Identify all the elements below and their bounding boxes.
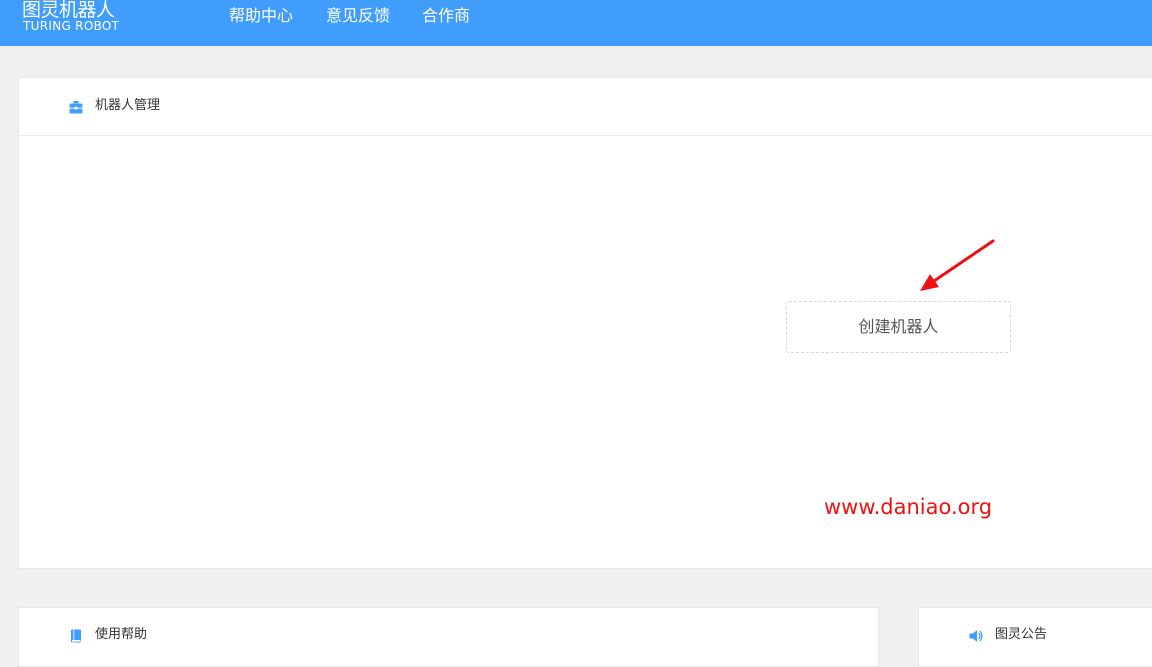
book-icon (71, 629, 81, 643)
robot-panel-header: 机器人管理 (19, 78, 1152, 136)
nav-partners[interactable]: 合作商 (422, 5, 470, 27)
create-robot-button[interactable]: 创建机器人 (786, 301, 1011, 353)
red-arrow-icon (920, 239, 995, 291)
speaker-icon (969, 630, 983, 642)
nav-feedback[interactable]: 意见反馈 (326, 5, 390, 27)
usage-help-title: 使用帮助 (95, 627, 148, 642)
turing-notice-panel: 图灵公告 (918, 607, 1152, 667)
watermark-text: www.daniao.org (824, 495, 993, 519)
usage-help-panel: 使用帮助 (18, 607, 879, 667)
top-nav-bar: 图灵机器人 TURING ROBOT 帮助中心 意见反馈 合作商 (0, 0, 1152, 46)
logo-en-text: TURING ROBOT (23, 19, 120, 33)
turing-notice-title: 图灵公告 (995, 627, 1048, 642)
nav-help-center[interactable]: 帮助中心 (229, 5, 293, 27)
logo-cn-text: 图灵机器人 (22, 0, 115, 21)
robot-panel-title: 机器人管理 (95, 98, 161, 113)
toolbox-icon (69, 101, 83, 114)
